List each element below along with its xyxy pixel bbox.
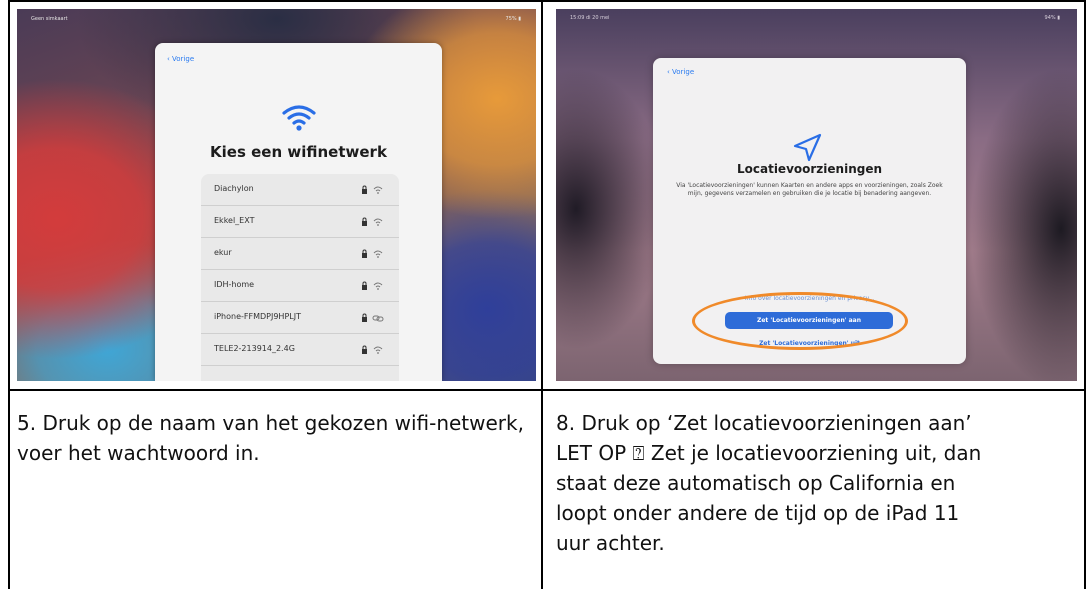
page-title: Kies een wifinetwerk [210, 143, 387, 161]
highlight-circle [692, 292, 908, 350]
caption-line: loopt onder andere de tijd op de iPad 11 [556, 501, 960, 525]
network-name: Diachylon [214, 184, 254, 193]
network-row[interactable]: Ekkel_EXT [201, 206, 399, 238]
battery-status: 94% ▮ [1044, 15, 1060, 21]
network-name: iPhone-FFMDPJ9HPLJT [214, 312, 301, 321]
lock-wifi-icon [361, 215, 385, 227]
caption-line: uur achter. [556, 531, 665, 555]
network-row[interactable]: IDH-home [201, 270, 399, 302]
description-text: Via 'Locatievoorzieningen' kunnen Kaarte… [676, 182, 943, 197]
back-button[interactable]: ‹ Vorige [667, 68, 694, 76]
network-list: Diachylon Ekkel_EXT ekur IDH-home iPhone… [201, 174, 399, 381]
network-row[interactable]: TELE2-213914_2.4G [201, 334, 399, 366]
network-name: Ekkel_EXT [214, 216, 255, 225]
page-title: Locatievoorzieningen [736, 162, 883, 176]
table-column-divider [541, 0, 543, 589]
network-row[interactable]: ekur [201, 238, 399, 270]
carrier-status: Geen simkaart [31, 16, 68, 22]
caption-right: 8. Druk op ‘Zet locatievoorzieningen aan… [556, 408, 1081, 558]
lock-wifi-icon [361, 279, 385, 291]
network-row[interactable]: Diachylon [201, 174, 399, 206]
location-services-photo: 15:09 di 20 mei 94% ▮ ‹ Vorige Locatievo… [556, 9, 1077, 381]
table-border-left [8, 0, 10, 589]
status-bar: 15:09 di 20 mei 94% ▮ [570, 15, 1060, 25]
lock-wifi-icon [361, 247, 385, 259]
table-border-top [8, 0, 1086, 2]
caption-left: 5. Druk op de naam van het gekozen wifi-… [17, 411, 524, 465]
instruction-table: Geen simkaart 75% ▮ ‹ Vorige Kies een wi… [8, 0, 1086, 589]
network-name: TELE2-213914_2.4G [214, 344, 295, 353]
caption-line: 8. Druk op ‘Zet locatievoorzieningen aan… [556, 411, 972, 435]
location-arrow-icon [789, 130, 825, 166]
clock-status: 15:09 di 20 mei [570, 15, 610, 21]
battery-status: 75% ▮ [505, 16, 521, 22]
lock-wifi-icon [361, 183, 385, 195]
table-row-divider [8, 389, 1086, 391]
caption-line: LET OP ⍰ Zet je locatievoorziening uit, … [556, 441, 982, 465]
lock-link-icon [361, 311, 385, 323]
network-name: ekur [214, 248, 232, 257]
network-name: IDH-home [214, 280, 255, 289]
caption-line: staat deze automatisch op California en [556, 471, 956, 495]
table-border-right [1084, 0, 1086, 589]
network-row[interactable]: iPhone-FFMDPJ9HPLJT [201, 302, 399, 334]
back-button[interactable]: ‹ Vorige [167, 55, 194, 63]
wifi-setup-panel: ‹ Vorige Kies een wifinetwerk Diachylon [155, 43, 442, 381]
wifi-icon [281, 103, 317, 133]
wifi-setup-photo: Geen simkaart 75% ▮ ‹ Vorige Kies een wi… [17, 9, 536, 381]
status-bar: Geen simkaart 75% ▮ [31, 16, 521, 26]
lock-wifi-icon [361, 343, 385, 355]
